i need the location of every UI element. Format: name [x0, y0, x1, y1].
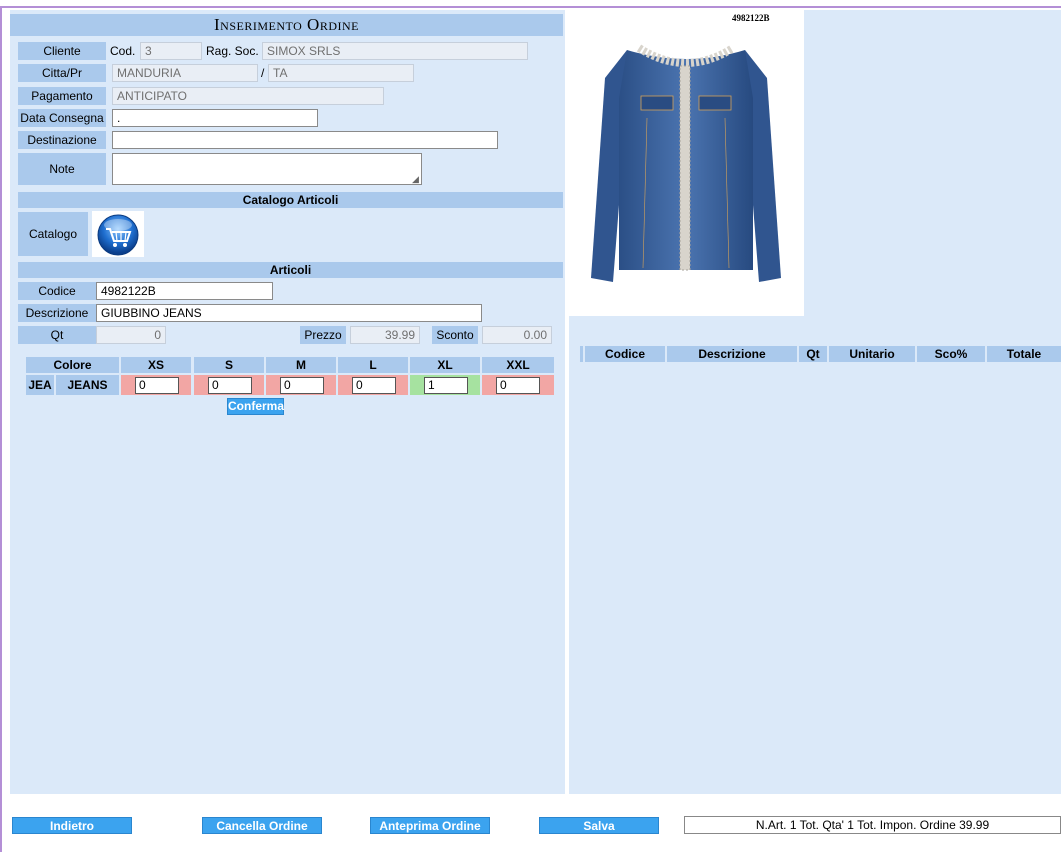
note-label: Note: [18, 153, 106, 185]
note-textarea[interactable]: [112, 153, 422, 185]
pagamento-label: Pagamento: [18, 87, 106, 105]
citta-label: Citta/Pr: [18, 64, 106, 82]
sconto-label: Sconto: [432, 326, 478, 344]
destinazione-label: Destinazione: [18, 131, 106, 149]
size-header-l: L: [338, 357, 408, 373]
order-form-panel: Inserimento Ordine Cliente Cod. 3 Rag. S…: [10, 10, 565, 794]
data-consegna-label: Data Consegna: [18, 109, 106, 127]
descrizione-input[interactable]: GIUBBINO JEANS: [96, 304, 482, 322]
order-col-codice: Codice: [585, 346, 665, 362]
sconto-field[interactable]: 0.00: [482, 326, 552, 344]
articoli-section-title: Articoli: [18, 262, 563, 278]
size-cell-s: 0: [194, 375, 264, 395]
order-summary: N.Art. 1 Tot. Qta' 1 Tot. Impon. Ordine …: [684, 816, 1061, 834]
size-input-l[interactable]: 0: [352, 377, 396, 394]
table-header-edge: [580, 346, 583, 362]
order-col-qt: Qt: [799, 346, 827, 362]
codice-label: Codice: [18, 282, 96, 300]
catalog-button[interactable]: [92, 211, 144, 257]
codice-input[interactable]: 4982122B: [96, 282, 273, 300]
catalogo-section-title: Catalogo Articoli: [18, 192, 563, 208]
qt-label: Qt: [18, 326, 96, 344]
catalogo-label: Catalogo: [18, 212, 88, 256]
ragsoc-field[interactable]: SIMOX SRLS: [262, 42, 528, 60]
cliente-label: Cliente: [18, 42, 106, 60]
provincia-field[interactable]: TA: [268, 64, 414, 82]
colore-header: Colore: [26, 357, 119, 373]
citta-field[interactable]: MANDURIA: [112, 64, 258, 82]
size-input-xs[interactable]: 0: [135, 377, 179, 394]
conferma-button[interactable]: Conferma: [227, 398, 284, 415]
color-name: JEANS: [56, 375, 119, 395]
size-header-xxl: XXL: [482, 357, 554, 373]
order-col-descrizione: Descrizione: [667, 346, 797, 362]
size-cell-xxl: 0: [482, 375, 554, 395]
citta-separator: /: [261, 66, 265, 80]
descrizione-label: Descrizione: [18, 304, 96, 322]
size-input-xl[interactable]: 1: [424, 377, 468, 394]
shopping-cart-icon: [97, 214, 139, 256]
size-header-xs: XS: [121, 357, 191, 373]
order-col-totale: Totale: [987, 346, 1061, 362]
order-col-unitario: Unitario: [829, 346, 915, 362]
destinazione-input[interactable]: [112, 131, 498, 149]
salva-button[interactable]: Salva: [539, 817, 659, 834]
size-cell-m: 0: [266, 375, 336, 395]
size-input-m[interactable]: 0: [280, 377, 324, 394]
size-cell-xl: 1: [410, 375, 480, 395]
order-detail-panel: 4982122B Codice Descrizione Qt Unitario …: [569, 10, 1061, 794]
anteprima-ordine-button[interactable]: Anteprima Ordine: [370, 817, 490, 834]
indietro-button[interactable]: Indietro: [12, 817, 132, 834]
data-consegna-input[interactable]: .: [112, 109, 318, 127]
denim-jacket-image: [591, 44, 781, 282]
size-cell-l: 0: [338, 375, 408, 395]
pagamento-field[interactable]: ANTICIPATO: [112, 87, 384, 105]
prezzo-field[interactable]: 39.99: [350, 326, 420, 344]
cod-label: Cod.: [110, 44, 136, 58]
size-header-m: M: [266, 357, 336, 373]
size-input-xxl[interactable]: 0: [496, 377, 540, 394]
size-cell-xs: 0: [121, 375, 191, 395]
size-input-s[interactable]: 0: [208, 377, 252, 394]
order-col-sconto: Sco%: [917, 346, 985, 362]
cod-field[interactable]: 3: [140, 42, 202, 60]
resize-grip-icon[interactable]: ◢: [412, 175, 420, 184]
product-code-caption: 4982122B: [732, 13, 770, 23]
size-header-s: S: [194, 357, 264, 373]
ragsoc-label: Rag. Soc.: [206, 44, 259, 58]
page-title: Inserimento Ordine: [10, 14, 563, 36]
qt-field[interactable]: 0: [96, 326, 166, 344]
cancella-ordine-button[interactable]: Cancella Ordine: [202, 817, 322, 834]
product-image: 4982122B: [569, 10, 804, 316]
color-code: JEA: [26, 375, 54, 395]
size-header-xl: XL: [410, 357, 480, 373]
prezzo-label: Prezzo: [300, 326, 346, 344]
